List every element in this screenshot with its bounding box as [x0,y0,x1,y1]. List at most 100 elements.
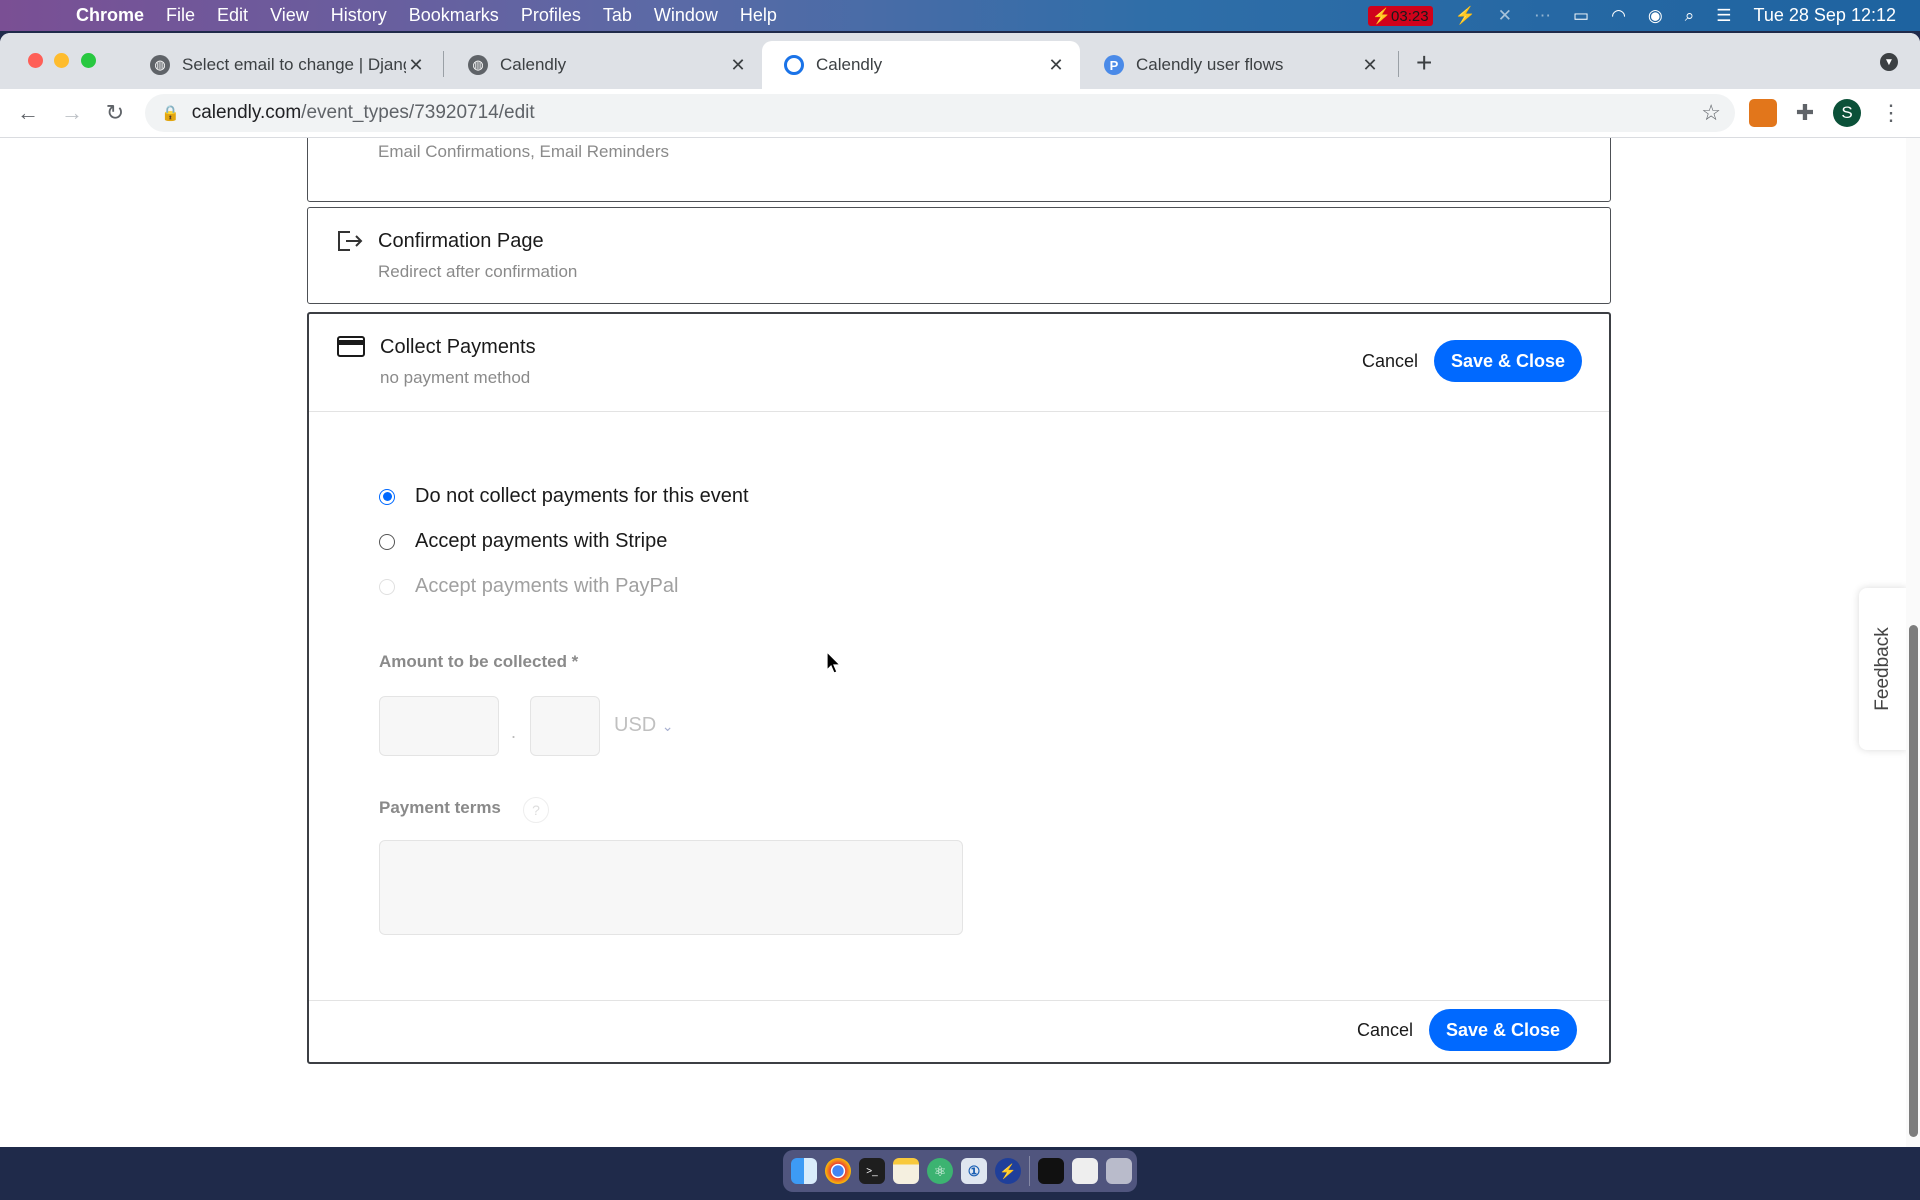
redirect-icon [338,231,363,251]
tab-title: Calendly [816,55,883,74]
tab-calendly-active[interactable]: Calendly ✕ [762,41,1080,89]
section-notifications[interactable]: Notifications and Cancellation Policy Em… [307,138,1611,202]
terminal-icon[interactable]: >_ [859,1158,885,1184]
downloads-stack-icon[interactable] [1038,1158,1064,1184]
radio-no-payment[interactable] [379,488,395,505]
option-stripe[interactable]: Accept payments with Stripe [379,530,667,553]
feedback-tab[interactable]: Feedback [1859,588,1907,750]
menu-clock[interactable]: Tue 28 Sep 12:12 [1754,5,1896,26]
finder-icon[interactable] [791,1158,817,1184]
header-save-close-button[interactable]: Save & Close [1433,340,1582,382]
section-subtitle: no payment method [380,368,531,387]
reload-icon[interactable]: ↻ [99,97,131,129]
menu-file[interactable]: File [166,5,195,26]
section-confirmation-page[interactable]: Confirmation Page Redirect after confirm… [307,207,1611,304]
1password-icon[interactable]: ① [961,1158,987,1184]
option-label: Accept payments with Stripe [415,530,668,552]
page-content: Notifications and Cancellation Policy Em… [0,138,1920,1147]
tab-close-icon[interactable]: ✕ [1046,55,1066,76]
option-label: Accept payments with PayPal [415,575,679,597]
menu-tab[interactable]: Tab [603,5,632,26]
divider [309,1000,1609,1001]
url-path: /event_types/73920714/edit [301,102,535,123]
menu-bookmarks[interactable]: Bookmarks [409,5,499,26]
amount-whole-input [379,696,499,756]
option-paypal: Accept payments with PayPal [379,575,678,598]
tab-title: Calendly user flows [1136,55,1284,74]
tab-calendly-1[interactable]: ◍ Calendly ✕ [446,41,762,89]
macos-dock: >_ ⚛ ① ⚡ [783,1150,1137,1192]
tab-divider [443,51,444,77]
user-icon[interactable]: ◉ [1648,6,1663,26]
scrollbar-thumb[interactable] [1909,625,1918,1137]
atom-icon[interactable]: ⚛ [927,1158,953,1184]
bookmark-star-icon[interactable]: ☆ [1701,100,1721,126]
currency-value: USD [614,714,657,736]
tab-django[interactable]: ◍ Select email to change | Django ✕ [128,41,440,89]
bolt-icon[interactable]: ⚡ [1455,6,1476,26]
back-icon[interactable]: ← [12,97,44,129]
timer-status[interactable]: ⚡03:23 [1368,5,1433,26]
page-scrollbar[interactable] [1906,138,1920,1147]
tab-close-icon[interactable]: ✕ [728,55,748,76]
calendly-icon [784,55,804,75]
chrome-menu-icon[interactable]: ⋮ [1877,99,1905,127]
menu-window[interactable]: Window [654,5,718,26]
menu-view[interactable]: View [270,5,309,26]
close-window-button[interactable] [28,53,43,68]
menu-edit[interactable]: Edit [217,5,248,26]
payment-terms-textarea [379,840,963,935]
currency-select: USD ⌄ [614,714,674,737]
tab-close-icon[interactable]: ✕ [406,55,426,76]
reeder-icon[interactable]: ⚡ [995,1158,1021,1184]
amount-cents-input [530,696,600,756]
dock-separator [1029,1156,1030,1186]
radio-stripe[interactable] [379,533,395,550]
bluetooth-icon[interactable]: ✕ [1498,6,1512,26]
footer-save-close-button[interactable]: Save & Close [1428,1009,1577,1051]
amount-label: Amount to be collected * [379,652,579,671]
section-title: Collect Payments [380,336,536,358]
globe-icon: ◍ [150,55,170,75]
control-center-icon[interactable]: ☰ [1716,6,1731,26]
menu-profiles[interactable]: Profiles [521,5,581,26]
minimize-window-button[interactable] [54,53,69,68]
payment-terms-label: Payment terms [379,798,501,817]
notes-icon[interactable] [893,1158,919,1184]
menu-history[interactable]: History [331,5,387,26]
radio-paypal [379,578,395,595]
lock-icon[interactable]: 🔒 [161,104,180,122]
option-no-payment[interactable]: Do not collect payments for this event [379,485,749,508]
profile-avatar[interactable]: S [1833,99,1861,127]
tab-strip: ◍ Select email to change | Django ✕ ◍ Ca… [0,33,1920,89]
spotlight-search-icon[interactable]: ⌕ [1685,6,1695,26]
tab-search-icon[interactable]: ▼ [1880,53,1898,71]
extensions-puzzle-icon[interactable]: ✚ [1791,99,1819,127]
new-tab-icon[interactable]: + [1416,47,1432,79]
address-bar[interactable]: 🔒 calendly.com/event_types/73920714/edit… [145,94,1735,132]
menu-app-name[interactable]: Chrome [76,5,144,26]
help-icon: ? [523,797,549,823]
tab-divider [1398,51,1399,77]
metamask-extension-icon[interactable] [1749,99,1777,127]
divider [309,411,1609,412]
menu-help[interactable]: Help [740,5,777,26]
recent-window-icon[interactable] [1072,1158,1098,1184]
chevron-down-icon: ⌄ [661,718,674,734]
zoom-window-button[interactable] [81,53,96,68]
browser-window: ◍ Select email to change | Django ✕ ◍ Ca… [0,33,1920,1147]
trash-icon[interactable] [1106,1158,1132,1184]
section-subtitle: Redirect after confirmation [378,262,578,281]
wifi-icon[interactable]: ◠ [1611,6,1626,26]
chrome-icon[interactable] [825,1158,851,1184]
browser-toolbar: ← → ↻ 🔒 calendly.com/event_types/7392071… [0,89,1920,138]
credit-card-icon [337,336,365,357]
brightness-icon[interactable]: ⋯ [1534,6,1551,26]
battery-icon[interactable]: ▭ [1573,6,1589,26]
forward-icon[interactable]: → [56,97,88,129]
tab-close-icon[interactable]: ✕ [1360,55,1380,76]
timer-text: 03:23 [1391,7,1429,25]
header-cancel-button[interactable]: Cancel [1356,350,1424,373]
tab-user-flows[interactable]: P Calendly user flows ✕ [1082,41,1394,89]
footer-cancel-button[interactable]: Cancel [1351,1019,1419,1042]
